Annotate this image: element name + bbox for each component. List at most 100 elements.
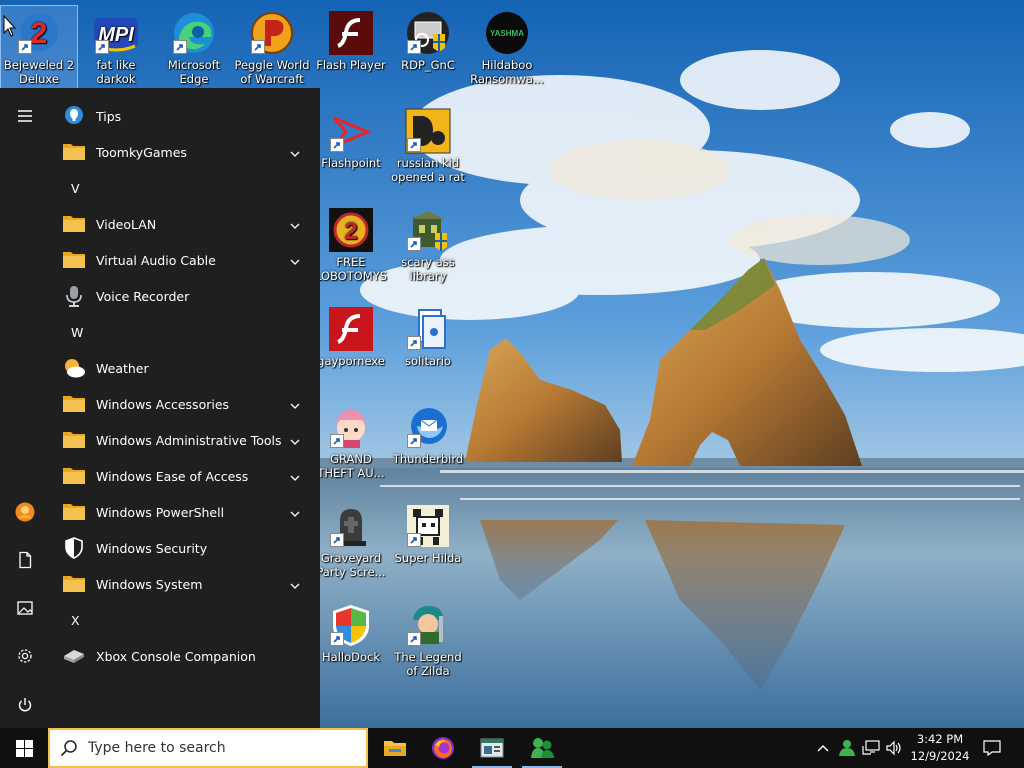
desktop-icon-flash-player[interactable]: Flash Player [313, 6, 389, 72]
mpi-logo-icon: MPI [93, 10, 139, 56]
user-account-button[interactable] [0, 492, 50, 532]
desktop-icon-label: fat like darkok [96, 58, 136, 86]
start-folder-windows-administrative-tools[interactable]: Windows Administrative Tools [50, 422, 312, 458]
desktop-icon-label: Bejeweled 2 Deluxe [3, 58, 75, 86]
search-box[interactable] [48, 728, 368, 768]
shortcut-arrow-icon [407, 336, 421, 350]
desktop-icon-graveyard-party[interactable]: Graveyard Party Scre... [313, 499, 389, 579]
section-letter-x[interactable]: X [50, 602, 312, 638]
library-icon [405, 207, 451, 253]
desktop-icon-grand-theft-au[interactable]: GRAND THEFT AU... [313, 400, 389, 480]
desktop-icon-label: Hildaboo Ransomwa... [470, 58, 544, 86]
windows-shield-icon [328, 602, 374, 648]
start-item-label: ToomkyGames [96, 144, 187, 160]
documents-button[interactable] [0, 540, 50, 580]
microphone-icon [62, 284, 86, 308]
shortcut-arrow-icon [407, 434, 421, 448]
mouse-cursor [3, 14, 17, 37]
chevron-down-icon[interactable] [290, 255, 300, 265]
start-item-label: Windows Accessories [96, 396, 230, 412]
desktop-icon-label: scary ass library [401, 255, 455, 283]
section-letter-v[interactable]: V [50, 170, 312, 206]
peggle-icon [249, 10, 295, 56]
start-app-voice-recorder[interactable]: Voice Recorder [50, 278, 312, 314]
edge-icon [171, 10, 217, 56]
section-letter-w[interactable]: W [50, 314, 312, 350]
show-hidden-icons-button[interactable] [814, 728, 832, 768]
chevron-down-icon[interactable] [290, 471, 300, 481]
power-button[interactable] [0, 685, 50, 725]
desktop-icon-flashpoint[interactable]: Flashpoint [313, 104, 389, 170]
chevron-down-icon[interactable] [290, 399, 300, 409]
rdp-icon [405, 10, 451, 56]
settings-icon [18, 649, 32, 663]
desktop-icon-microsoft-edge[interactable]: Microsoft Edge [156, 6, 232, 86]
start-folder-virtual-audio-cable[interactable]: Virtual Audio Cable [50, 242, 312, 278]
chevron-down-icon[interactable] [290, 147, 300, 157]
desktop-icon-label: Flash Player [316, 58, 386, 72]
desktop-icon-solitario[interactable]: solitario [390, 302, 466, 368]
xbox-icon [62, 644, 86, 668]
action-center-button[interactable] [978, 728, 1006, 768]
shortcut-arrow-icon [407, 138, 421, 152]
chevron-down-icon[interactable] [290, 579, 300, 589]
pictures-button[interactable] [0, 588, 50, 628]
notification-icon [983, 740, 1001, 756]
svg-text:YASHMA: YASHMA [490, 29, 524, 38]
desktop-icon-gaypornexe[interactable]: gaypornexe [313, 302, 389, 368]
desktop-icon-free-lobotomys[interactable]: 2 FREE LOBOTOMYS [313, 203, 389, 283]
desktop-icon-legend-of-zilda[interactable]: The Legend of Zilda [390, 598, 466, 678]
search-icon [60, 740, 77, 757]
start-app-tips[interactable]: Tips [50, 98, 312, 134]
chevron-down-icon[interactable] [290, 507, 300, 517]
settings-button[interactable] [0, 636, 50, 676]
start-item-label: Voice Recorder [96, 288, 190, 304]
start-app-xbox-console-companion[interactable]: Xbox Console Companion [50, 638, 312, 674]
desktop-icon-peggle[interactable]: Peggle World of Warcraft ... [234, 6, 310, 100]
tray-people[interactable] [836, 728, 858, 768]
start-menu-rail [0, 88, 50, 728]
start-item-label: Tips [96, 108, 122, 124]
thunderbird-icon [405, 404, 451, 450]
desktop-icon-hildaboo[interactable]: YASHMA Hildaboo Ransomwa... [469, 6, 545, 86]
desktop-icon-russian-kid[interactable]: russian kid opened a rat [390, 104, 466, 184]
taskbar-app-window[interactable] [468, 728, 516, 768]
desktop-icon-super-hilda[interactable]: Super Hilda [390, 499, 466, 565]
start-item-label: Weather [96, 360, 149, 376]
tray-network[interactable] [860, 728, 882, 768]
start-folder-videolan[interactable]: VideoLAN [50, 206, 312, 242]
taskbar-file-explorer[interactable] [371, 728, 419, 768]
taskbar-clock[interactable]: 3:42 PM 12/9/2024 [900, 731, 980, 765]
desktop-icon-thunderbird[interactable]: Thunderbird [390, 400, 466, 466]
flash-icon [328, 306, 374, 352]
chevron-down-icon[interactable] [290, 219, 300, 229]
shortcut-arrow-icon [407, 237, 421, 251]
user-avatar [15, 502, 35, 522]
desktop-icon-hallodock[interactable]: HalloDock [313, 598, 389, 664]
start-folder-windows-ease-of-access[interactable]: Windows Ease of Access [50, 458, 312, 494]
start-button[interactable] [0, 728, 48, 768]
chevron-down-icon[interactable] [290, 435, 300, 445]
desktop-icon-label: Microsoft Edge [167, 58, 221, 86]
yashma-icon: YASHMA [484, 10, 530, 56]
start-folder-toomkygames[interactable]: ToomkyGames [50, 134, 312, 170]
shortcut-arrow-icon [18, 40, 32, 54]
hamburger-icon [18, 110, 32, 122]
desktop-icon-scary-ass-library[interactable]: scary ass library [390, 203, 466, 283]
svg-text:2: 2 [344, 218, 357, 245]
start-app-windows-security[interactable]: Windows Security [50, 530, 312, 566]
start-app-weather[interactable]: Weather [50, 350, 312, 386]
start-folder-windows-powershell[interactable]: Windows PowerShell [50, 494, 312, 530]
start-folder-windows-system[interactable]: Windows System [50, 566, 312, 602]
folder-icon [62, 500, 86, 524]
desktop-icon-rdp-gnc[interactable]: RDP_GnC [390, 6, 466, 72]
desktop-icon-fat-like-darkok[interactable]: MPI fat like darkok [78, 6, 154, 86]
taskbar-firefox[interactable] [419, 728, 467, 768]
solitaire-icon [405, 306, 451, 352]
expand-menu-button[interactable] [0, 96, 50, 136]
start-folder-windows-accessories[interactable]: Windows Accessories [50, 386, 312, 422]
search-input[interactable] [88, 740, 348, 756]
taskbar-messenger[interactable] [518, 728, 566, 768]
flash-icon [328, 10, 374, 56]
desktop-icon-label: FREE LOBOTOMYS [314, 255, 388, 283]
